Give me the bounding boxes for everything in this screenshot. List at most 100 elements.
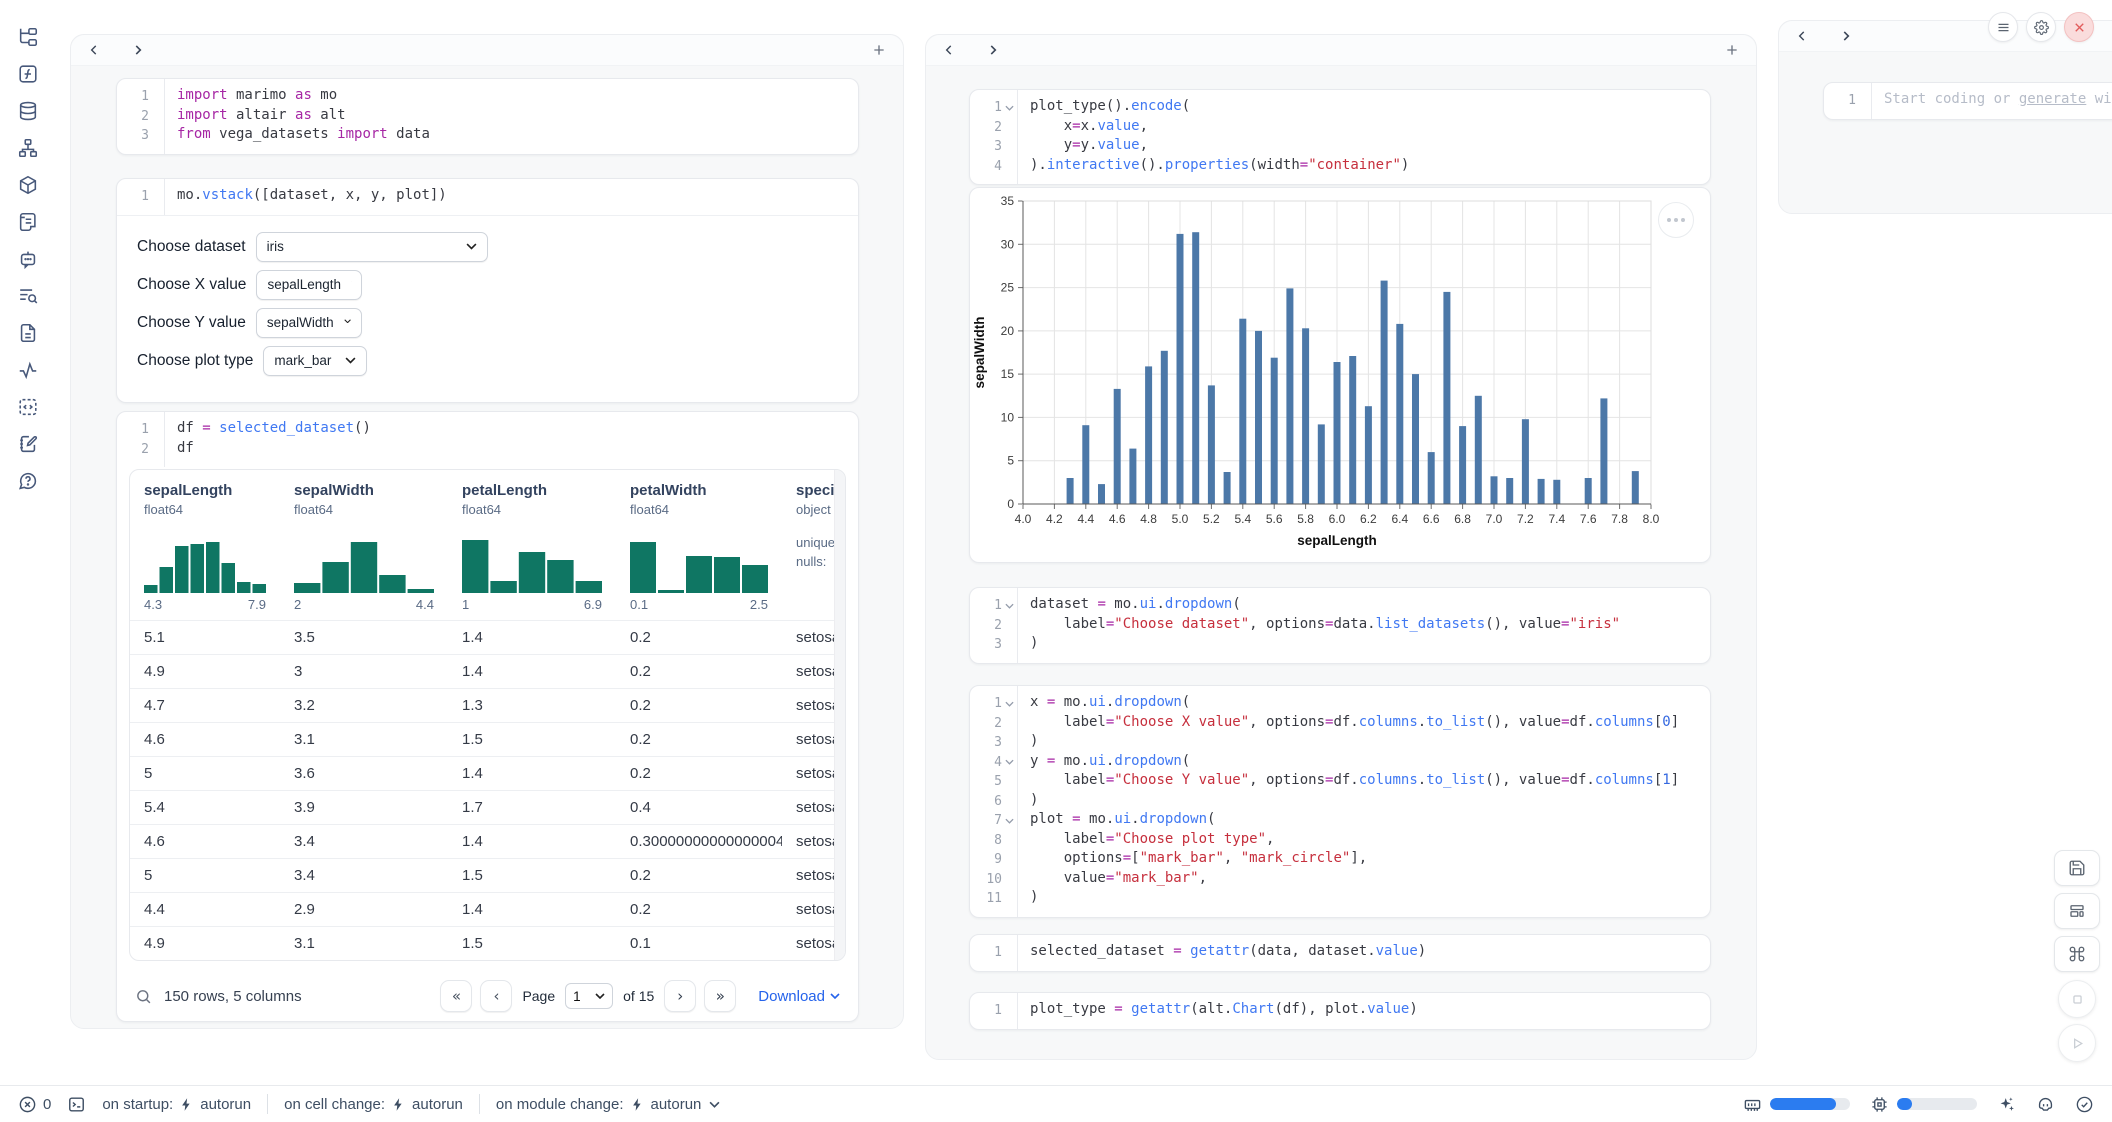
chevron-right-icon[interactable] — [1839, 29, 1853, 43]
code-editor[interactable]: 1selected_dataset = getattr(data, datase… — [970, 935, 1710, 971]
code-line[interactable]: from vega_datasets import data — [177, 126, 846, 146]
column-header[interactable]: petalLengthfloat6416.9 — [448, 470, 616, 620]
code-line[interactable]: y=y.value, — [1030, 137, 1698, 157]
code-line[interactable]: plot = mo.ui.dropdown( — [1030, 811, 1698, 831]
code-line[interactable]: ) — [1030, 792, 1698, 812]
code-line[interactable]: ) — [1030, 733, 1698, 753]
code-line[interactable]: dataset = mo.ui.dropdown( — [1030, 596, 1698, 616]
code-line[interactable]: ) — [1030, 635, 1698, 655]
table-row[interactable]: 53.61.40.2setosa — [130, 756, 845, 790]
settings-button[interactable] — [2026, 12, 2056, 42]
code-editor[interactable]: 123dataset = mo.ui.dropdown( label="Choo… — [970, 588, 1710, 663]
fold-chevron-icon[interactable] — [1002, 818, 1017, 824]
bot-message-icon[interactable] — [17, 248, 39, 270]
notebook-pen-icon[interactable] — [17, 433, 39, 455]
cell-vstack[interactable]: 1mo.vstack([dataset, x, y, plot]) Choose… — [116, 178, 859, 403]
code-editor[interactable]: 1234plot_type().encode( x=x.value, y=y.v… — [970, 90, 1710, 184]
file-tree-icon[interactable] — [17, 26, 39, 48]
text-search-icon[interactable] — [17, 285, 39, 307]
code-line[interactable]: plot_type().encode( — [1030, 98, 1698, 118]
code-line[interactable]: import marimo as mo — [177, 87, 846, 107]
package-icon[interactable] — [17, 174, 39, 196]
fold-chevron-icon[interactable] — [1002, 603, 1017, 609]
code-line[interactable]: label="Choose X value", options=df.colum… — [1030, 714, 1698, 734]
code-line[interactable]: label="Choose Y value", options=df.colum… — [1030, 772, 1698, 792]
terminal-button[interactable] — [67, 1095, 86, 1114]
message-question-icon[interactable] — [17, 470, 39, 492]
code-line[interactable]: df — [177, 440, 846, 460]
chart-menu-button[interactable] — [1658, 202, 1694, 238]
code-line[interactable]: x = mo.ui.dropdown( — [1030, 694, 1698, 714]
code-line[interactable]: mo.vstack([dataset, x, y, plot]) — [177, 187, 846, 207]
code-editor[interactable]: 1234567891011x = mo.ui.dropdown( label="… — [970, 686, 1710, 917]
table-row[interactable]: 4.73.21.30.2setosa — [130, 688, 845, 722]
add-cell-icon[interactable] — [1724, 42, 1740, 58]
add-cell-icon[interactable] — [871, 42, 887, 58]
code-line[interactable]: label="Choose plot type", — [1030, 831, 1698, 851]
table-row[interactable]: 53.41.50.2setosa — [130, 858, 845, 892]
table-scrollbar[interactable] — [834, 470, 845, 960]
code-line[interactable]: import altair as alt — [177, 107, 846, 127]
cell-dataframe[interactable]: 12df = selected_dataset()df sepalLengthf… — [116, 411, 859, 1022]
code-editor[interactable]: 12df = selected_dataset()df — [117, 412, 858, 467]
download-button[interactable]: Download — [758, 988, 840, 1005]
scroll-text-icon[interactable] — [17, 211, 39, 233]
cell-plot-type[interactable]: 1plot_type = getattr(alt.Chart(df), plot… — [969, 992, 1711, 1030]
database-icon[interactable] — [17, 100, 39, 122]
chevron-right-icon[interactable] — [986, 43, 1000, 57]
save-button[interactable] — [2054, 850, 2100, 886]
bar-chart[interactable]: 4.04.24.44.64.85.05.25.45.65.86.06.26.46… — [970, 188, 1710, 560]
table-row[interactable]: 4.93.11.50.1setosa — [130, 926, 845, 960]
command-palette-button[interactable] — [2054, 936, 2100, 972]
dropdown-select-1[interactable]: iris — [256, 232, 488, 262]
code-editor[interactable]: 123import marimo as moimport altair as a… — [117, 79, 858, 154]
code-line[interactable]: options=["mark_bar", "mark_circle"], — [1030, 850, 1698, 870]
code-line[interactable]: y = mo.ui.dropdown( — [1030, 753, 1698, 773]
fold-chevron-icon[interactable] — [1002, 701, 1017, 707]
table-row[interactable]: 5.43.91.70.4setosa — [130, 790, 845, 824]
dropdown-select-4[interactable]: mark_bar — [263, 346, 367, 376]
runmode-1[interactable]: on startup:autorun — [102, 1096, 251, 1113]
first-page-button[interactable]: « — [440, 980, 472, 1012]
cpu-usage-meter[interactable] — [1870, 1095, 1977, 1114]
code-line[interactable]: selected_dataset = getattr(data, dataset… — [1030, 943, 1698, 963]
cell-selected-dataset[interactable]: 1selected_dataset = getattr(data, datase… — [969, 934, 1711, 972]
page-select[interactable]: 1 — [565, 983, 613, 1009]
cell-imports[interactable]: 123import marimo as moimport altair as a… — [116, 78, 859, 155]
cell-xyplot-dropdowns[interactable]: 1234567891011x = mo.ui.dropdown( label="… — [969, 685, 1711, 918]
file-text-icon[interactable] — [17, 322, 39, 344]
cell-scratch-empty[interactable]: 1Start coding or generate with AI — [1823, 82, 2112, 120]
network-icon[interactable] — [17, 137, 39, 159]
next-page-button[interactable]: › — [664, 980, 696, 1012]
error-indicator[interactable]: 0 — [18, 1095, 51, 1114]
notebook-menu-button[interactable] — [1988, 12, 2018, 42]
runmode-3[interactable]: on module change:autorun — [496, 1096, 720, 1113]
column-histogram[interactable] — [462, 531, 602, 593]
chevron-left-icon[interactable] — [1795, 29, 1809, 43]
table-row[interactable]: 5.13.51.40.2setosa — [130, 620, 845, 654]
table-row[interactable]: 4.63.41.40.30000000000000004setosa — [130, 824, 845, 858]
search-icon[interactable] — [135, 988, 152, 1005]
code-line[interactable]: ) — [1030, 889, 1698, 909]
table-row[interactable]: 4.63.11.50.2setosa — [130, 722, 845, 756]
last-page-button[interactable]: » — [704, 980, 736, 1012]
code-line[interactable]: value="mark_bar", — [1030, 870, 1698, 890]
sparkles-icon[interactable] — [1997, 1095, 2016, 1114]
chevron-left-icon[interactable] — [942, 43, 956, 57]
code-line[interactable]: df = selected_dataset() — [177, 420, 846, 440]
run-button[interactable] — [2058, 1024, 2096, 1062]
check-circle-icon[interactable] — [2075, 1095, 2094, 1114]
code-editor[interactable]: 1plot_type = getattr(alt.Chart(df), plot… — [970, 993, 1710, 1029]
code-editor[interactable]: 1mo.vstack([dataset, x, y, plot]) — [117, 179, 858, 215]
layout-toggle-button[interactable] — [2054, 893, 2100, 929]
column-histogram[interactable] — [294, 531, 434, 593]
fold-chevron-icon[interactable] — [1002, 759, 1017, 765]
table-row[interactable]: 4.42.91.40.2setosa — [130, 892, 845, 926]
shutdown-button[interactable] — [2064, 12, 2094, 42]
column-header[interactable]: sepalWidthfloat6424.4 — [280, 470, 448, 620]
code-editor[interactable]: 1Start coding or generate with AI — [1824, 83, 2112, 119]
code-line[interactable]: Start coding or generate with AI — [1884, 91, 2112, 111]
ram-usage-meter[interactable] — [1743, 1095, 1850, 1114]
code-block-icon[interactable] — [17, 396, 39, 418]
runmode-2[interactable]: on cell change:autorun — [284, 1096, 463, 1113]
